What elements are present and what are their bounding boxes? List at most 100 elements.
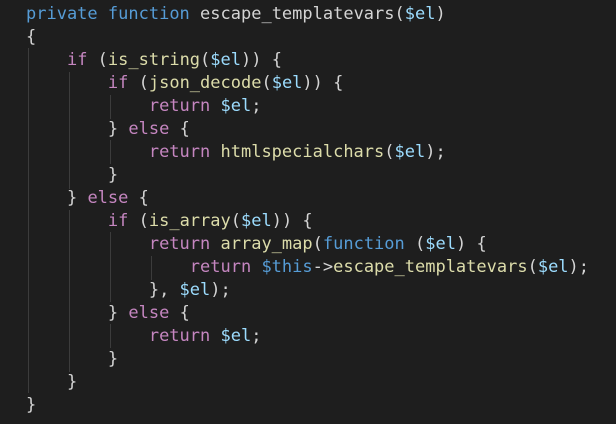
code-line[interactable]: } — [26, 394, 36, 417]
code-token: else — [87, 188, 129, 208]
code-token: } — [26, 395, 37, 415]
code-token: htmlspecialchars — [220, 142, 385, 162]
code-token: ); — [425, 142, 446, 162]
code-token: $el — [220, 326, 252, 346]
code-line[interactable]: private function escape_templatevars($el… — [26, 3, 446, 26]
code-token: escape_templatevars — [333, 257, 528, 277]
code-token: } — [107, 165, 119, 185]
code-token: $el — [179, 280, 211, 300]
code-token: ( — [527, 257, 538, 277]
code-token: return — [189, 257, 252, 277]
code-token: $this — [261, 257, 313, 277]
code-token: $el — [394, 142, 426, 162]
code-line[interactable]: { — [26, 26, 36, 49]
code-token: )) { — [302, 73, 344, 93]
code-token: }, — [148, 280, 180, 300]
code-token: $el — [537, 257, 569, 277]
code-token: function — [322, 234, 405, 254]
code-line[interactable]: if (is_array($el)) { — [26, 210, 313, 233]
code-token: ) — [435, 4, 446, 24]
code-token: ( — [384, 142, 395, 162]
code-token: is_array — [148, 211, 231, 231]
code-token: $el — [425, 234, 456, 254]
code-token: else — [128, 303, 170, 323]
code-token: $el — [241, 211, 272, 231]
code-token: ( — [128, 73, 149, 93]
code-token: is_string — [107, 50, 201, 70]
code-line[interactable]: } — [26, 371, 77, 394]
code-token: -> — [312, 257, 334, 277]
code-line[interactable]: return array_map(function ($el) { — [26, 233, 487, 256]
code-token: array_map — [220, 234, 313, 254]
code-token: ( — [404, 234, 426, 254]
code-token: )) { — [241, 50, 282, 70]
code-token: ( — [87, 50, 108, 70]
code-token: $el — [220, 96, 252, 116]
code-token: } — [66, 372, 78, 392]
code-token: { — [128, 188, 149, 208]
code-token: { — [169, 119, 190, 139]
code-token: } — [107, 303, 129, 323]
code-token: private — [26, 4, 98, 24]
code-token: } — [107, 349, 119, 369]
code-line[interactable]: } else { — [26, 187, 149, 210]
code-line[interactable]: return $this->escape_templatevars($el); — [26, 256, 589, 279]
code-token: ; — [251, 96, 262, 116]
code-token: ); — [210, 280, 231, 300]
code-line[interactable]: } else { — [26, 118, 190, 141]
code-token: return — [148, 96, 211, 116]
code-line[interactable]: } — [26, 348, 118, 371]
code-token: escape_templatevars — [200, 4, 395, 24]
code-token: return — [148, 234, 211, 254]
code-token: { — [26, 27, 37, 47]
code-line[interactable]: return $el; — [26, 325, 262, 348]
code-token: if — [107, 73, 129, 93]
code-token: ) { — [455, 234, 487, 254]
code-token: if — [66, 50, 88, 70]
code-line[interactable]: }, $el); — [26, 279, 231, 302]
code-token: else — [128, 119, 170, 139]
code-token: return — [148, 142, 211, 162]
code-line[interactable]: } else { — [26, 302, 190, 325]
code-line[interactable]: } — [26, 164, 118, 187]
code-token: if — [107, 211, 129, 231]
code-token: ( — [230, 211, 241, 231]
code-token: { — [169, 303, 190, 323]
code-token: ; — [251, 326, 262, 346]
code-token: ( — [261, 73, 272, 93]
code-token: ( — [200, 50, 211, 70]
code-line[interactable]: return htmlspecialchars($el); — [26, 141, 446, 164]
code-token: ( — [128, 211, 149, 231]
code-line[interactable]: return $el; — [26, 95, 262, 118]
code-token: $el — [404, 4, 436, 24]
code-token: ); — [568, 257, 590, 277]
code-token: $el — [210, 50, 242, 70]
code-editor[interactable]: private function escape_templatevars($el… — [0, 0, 616, 424]
code-token: return — [148, 326, 211, 346]
code-token: ( — [312, 234, 323, 254]
code-line[interactable]: if (json_decode($el)) { — [26, 72, 343, 95]
code-token: function — [107, 4, 190, 24]
code-token: )) { — [271, 211, 313, 231]
code-token: } — [107, 119, 129, 139]
code-line[interactable]: if (is_string($el)) { — [26, 49, 282, 72]
code-token: json_decode — [148, 73, 262, 93]
code-token: ( — [394, 4, 405, 24]
code-token: $el — [271, 73, 303, 93]
